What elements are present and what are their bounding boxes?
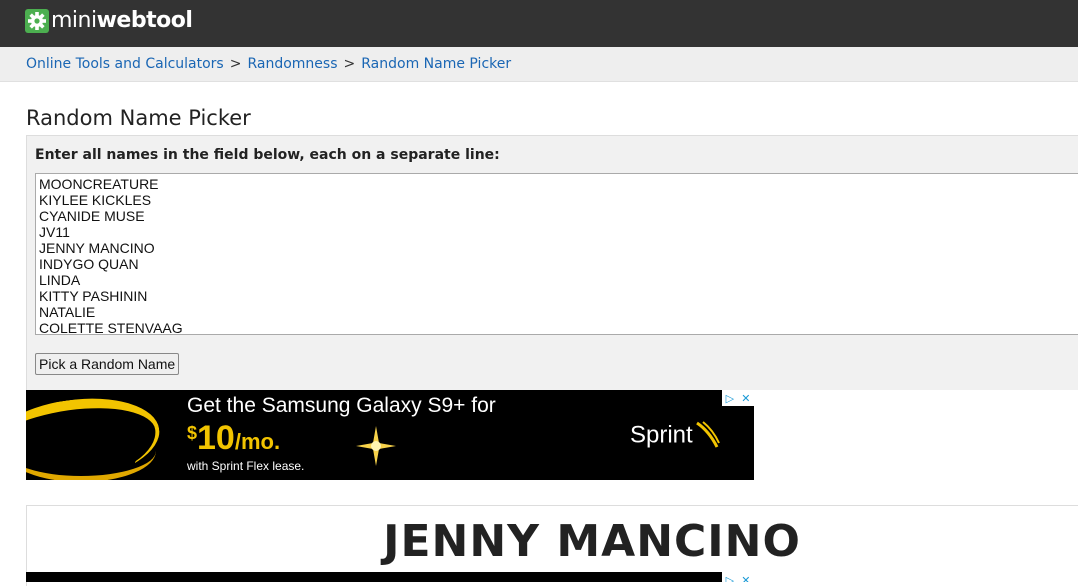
pick-random-name-button[interactable]: Pick a Random Name bbox=[35, 353, 180, 375]
name-picker-form: Enter all names in the field below, each… bbox=[26, 135, 1078, 390]
sprint-swoosh-icon bbox=[695, 421, 720, 448]
name-line: COLETTE STENVAAG bbox=[39, 320, 183, 335]
name-line: CYANIDE MUSE bbox=[39, 208, 145, 224]
name-line: KIYLEE KICKLES bbox=[39, 192, 152, 208]
ad-headline: Get the Samsung Galaxy S9+ for bbox=[187, 394, 496, 417]
sparkle-icon bbox=[356, 426, 396, 466]
name-line: NATALIE bbox=[39, 304, 96, 320]
ad-choices[interactable]: ▷ ✕ bbox=[722, 572, 754, 582]
ad-choices-icon[interactable]: ▷ bbox=[726, 392, 734, 405]
ad-banner-second[interactable]: ▷ ✕ bbox=[26, 572, 754, 582]
name-line: INDYGO QUAN bbox=[39, 256, 139, 272]
name-line: KITTY PASHININ bbox=[39, 288, 148, 304]
breadcrumb-separator: > bbox=[343, 56, 356, 72]
gear-icon bbox=[25, 8, 49, 33]
breadcrumb-random-name-picker[interactable]: Random Name Picker bbox=[361, 56, 511, 72]
ad-price: $10/mo. bbox=[187, 419, 281, 457]
top-bar: miniwebtool bbox=[0, 0, 1078, 47]
breadcrumb-online-tools[interactable]: Online Tools and Calculators bbox=[26, 56, 224, 72]
ad-banner[interactable]: Get the Samsung Galaxy S9+ for $10/mo. w… bbox=[26, 390, 754, 480]
name-line: JV11 bbox=[39, 224, 70, 240]
names-field-label: Enter all names in the field below, each… bbox=[35, 147, 500, 163]
breadcrumb: Online Tools and Calculators > Randomness >… bbox=[26, 56, 511, 72]
ad-brand-logo: Sprint bbox=[630, 421, 721, 451]
logo-text: miniwebtool bbox=[51, 8, 193, 33]
name-line: MOONCREATURE bbox=[39, 176, 159, 192]
ad-choices-icon[interactable]: ▷ bbox=[726, 574, 734, 583]
ad-subtext: with Sprint Flex lease. bbox=[187, 459, 305, 473]
ad-choices[interactable]: ▷ ✕ bbox=[722, 390, 754, 406]
site-logo[interactable]: miniwebtool bbox=[25, 8, 193, 33]
name-line: LINDA bbox=[39, 272, 81, 288]
name-line: JENNY MANCINO bbox=[39, 240, 155, 256]
page-title: Random Name Picker bbox=[26, 106, 251, 130]
breadcrumb-separator: > bbox=[229, 56, 242, 72]
names-textarea[interactable]: MOONCREATURE KIYLEE KICKLES CYANIDE MUSE… bbox=[35, 173, 1078, 335]
breadcrumb-bar: Online Tools and Calculators > Randomness >… bbox=[0, 47, 1078, 82]
picked-name: JENNY MANCINO bbox=[383, 516, 801, 567]
close-icon[interactable]: ✕ bbox=[741, 574, 750, 583]
breadcrumb-randomness[interactable]: Randomness bbox=[247, 56, 337, 72]
close-icon[interactable]: ✕ bbox=[741, 392, 750, 405]
